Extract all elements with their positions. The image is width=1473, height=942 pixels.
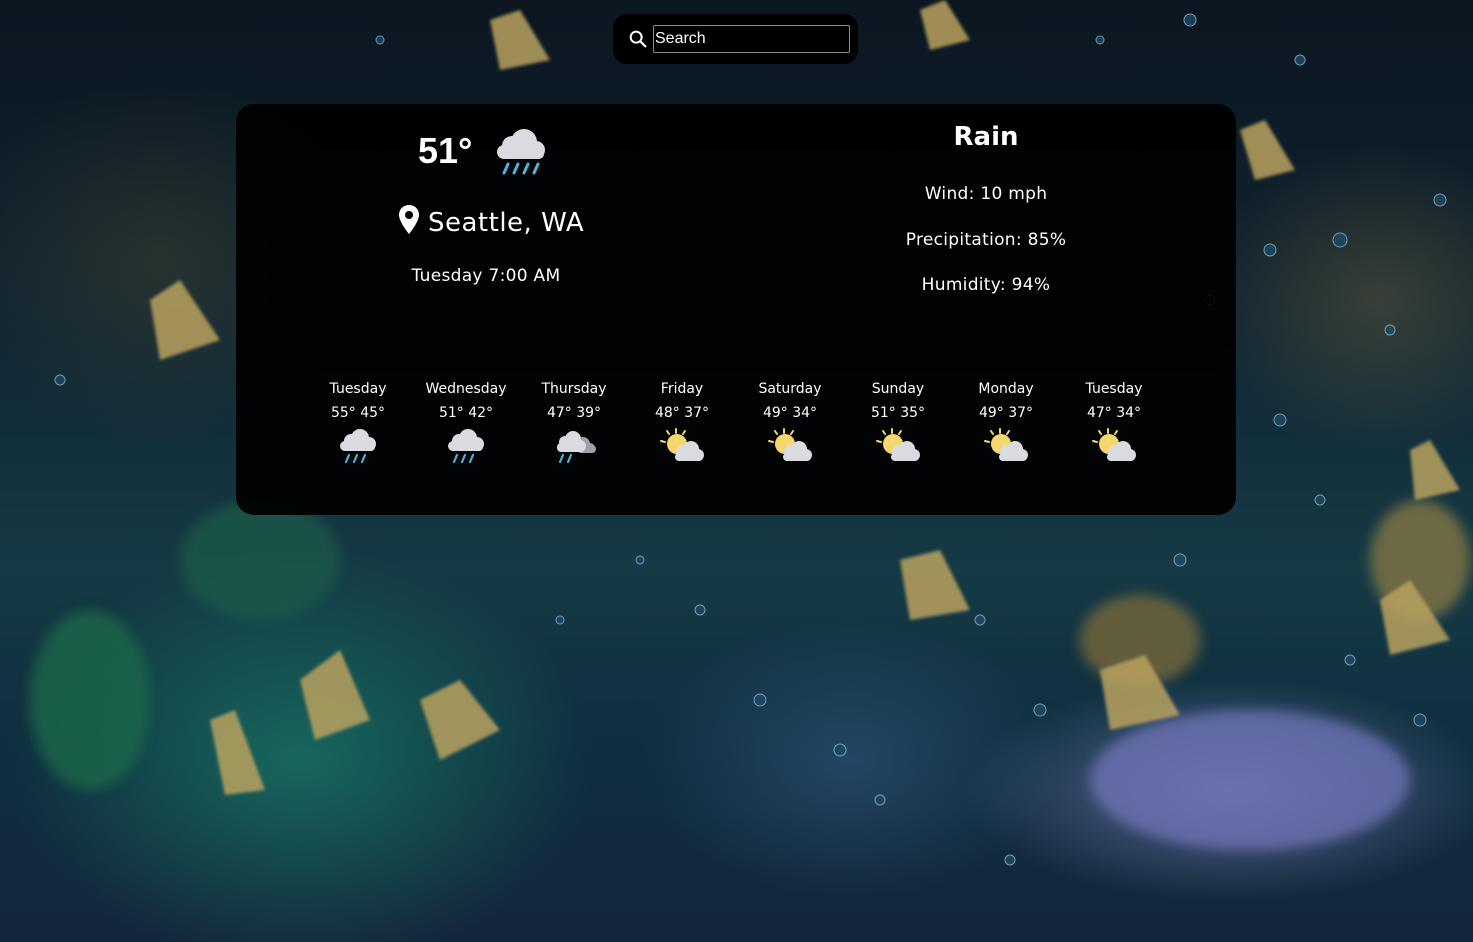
forecast-day-name: Tuesday <box>329 381 387 397</box>
search-bar <box>613 14 858 64</box>
partly-sunny-icon <box>768 428 813 462</box>
forecast-temps: 47° 34° <box>1086 405 1142 421</box>
location-name: Seattle, WA <box>428 208 585 238</box>
location-pin-icon <box>399 205 419 234</box>
forecast-day-name: Monday <box>978 381 1034 397</box>
rain-partly-cloudy-icon <box>555 429 597 464</box>
humidity: Humidity: 94% <box>921 275 1051 295</box>
forecast-day-name: Sunday <box>871 381 925 397</box>
forecast-day: Wednesday 51° 42° <box>412 381 520 467</box>
forecast-day: Friday 48° 37° <box>628 381 736 467</box>
forecast-day-name: Thursday <box>541 381 607 397</box>
partly-sunny-icon <box>1092 428 1137 462</box>
partly-sunny-icon <box>660 428 705 462</box>
forecast-day: Saturday 49° 34° <box>736 381 844 467</box>
forecast-day-name: Wednesday <box>425 381 507 397</box>
forecast-day: Tuesday 47° 34° <box>1060 381 1168 467</box>
wind-speed: Wind: 10 mph <box>924 184 1048 204</box>
search-input[interactable] <box>653 25 850 53</box>
forecast-temps: 55° 45° <box>330 405 386 421</box>
forecast-temps: 51° 35° <box>870 405 926 421</box>
weather-condition: Rain <box>953 122 1019 152</box>
forecast-temps: 51° 42° <box>438 405 494 421</box>
partly-sunny-icon <box>984 428 1029 462</box>
rain-cloud-icon <box>338 427 378 464</box>
forecast-temps: 47° 39° <box>546 405 602 421</box>
current-datetime: Tuesday 7:00 AM <box>411 266 561 286</box>
weather-card: 51° Seattle, WA Tuesday 7:00 AM Rain Win… <box>236 104 1236 515</box>
forecast-day: Monday 49° 37° <box>952 381 1060 467</box>
forecast-list: Tuesday 55° 45° Wednesday 51° 42° Thursd… <box>304 381 1168 467</box>
forecast-day-name: Friday <box>660 381 704 397</box>
forecast-temps: 49° 34° <box>762 405 818 421</box>
forecast-day-name: Saturday <box>758 381 822 397</box>
partly-sunny-icon <box>876 428 921 462</box>
location: Seattle, WA <box>398 205 585 238</box>
rain-cloud-icon <box>446 427 486 464</box>
forecast-temps: 48° 37° <box>654 405 710 421</box>
search-icon[interactable] <box>627 28 649 50</box>
precipitation: Precipitation: 85% <box>905 230 1067 250</box>
forecast-day: Tuesday 55° 45° <box>304 381 412 467</box>
forecast-day: Thursday 47° 39° <box>520 381 628 467</box>
rain-cloud-icon <box>497 129 545 175</box>
forecast-day: Sunday 51° 35° <box>844 381 952 467</box>
forecast-day-name: Tuesday <box>1085 381 1143 397</box>
current-temperature: 51° <box>418 130 473 171</box>
forecast-temps: 49° 37° <box>978 405 1034 421</box>
